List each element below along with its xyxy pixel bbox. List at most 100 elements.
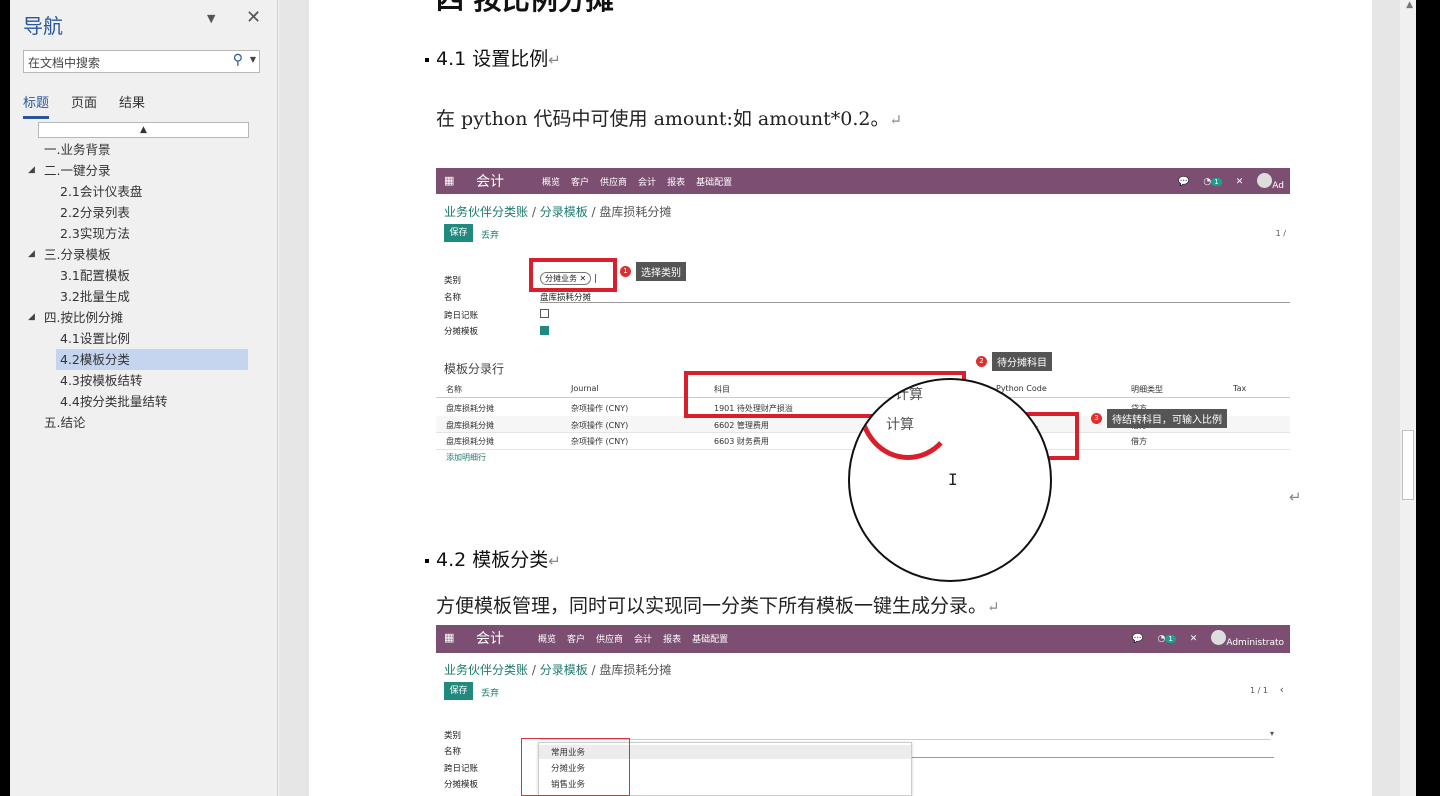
tree-item[interactable]: 3.1配置模板 xyxy=(10,265,278,286)
name-underline xyxy=(540,302,1290,303)
tree-item[interactable]: 2.3实现方法 xyxy=(10,223,278,244)
cross-day-checkbox xyxy=(540,309,549,318)
paragraph-mark: ↵ xyxy=(548,552,561,570)
cell-name: 盘库损耗分摊 xyxy=(446,437,494,446)
activity-icon: ◔ 1 xyxy=(1203,177,1222,187)
notification-badge: 1 xyxy=(1165,635,1176,643)
tab-headings[interactable]: 标题 xyxy=(23,92,50,119)
nav-search-input[interactable]: 在文档中搜索 ⚲ ▼ xyxy=(23,50,260,73)
tree-item-label: 4.4按分类批量结转 xyxy=(60,394,168,409)
user-name: Ad xyxy=(1272,181,1284,191)
expand-triangle-icon[interactable]: ◢ xyxy=(28,160,35,181)
breadcrumb: 业务伙伴分类账 / 分录模板 / 盘库损耗分摊 xyxy=(444,205,672,219)
paragraph-mark: ↵ xyxy=(1289,488,1302,506)
callout-label: 待分摊科目 xyxy=(992,352,1052,371)
scroll-up-icon[interactable]: ▲ xyxy=(1406,0,1413,10)
tree-item-label: 4.1设置比例 xyxy=(60,331,130,346)
breadcrumb-item: 业务伙伴分类账 xyxy=(444,663,529,677)
search-dropdown-icon[interactable]: ▼ xyxy=(250,55,256,64)
callout-1: 1 选择类别 xyxy=(620,262,686,281)
search-icon[interactable]: ⚲ xyxy=(233,52,243,68)
tree-item[interactable]: 2.2分录列表 xyxy=(10,202,278,223)
tree-item-selected[interactable]: 4.2模板分类 xyxy=(10,349,278,370)
topbar-right: 💬 ◔ 1 ✕ Ad xyxy=(1178,173,1284,191)
tree-item-label: 三.分录模板 xyxy=(44,247,111,262)
text-cursor-icon: I xyxy=(948,470,958,489)
breadcrumb-item: 业务伙伴分类账 xyxy=(444,205,529,219)
tree-item[interactable]: 一.业务背景 xyxy=(10,139,278,160)
close-icon: ✕ xyxy=(1235,177,1244,187)
add-line-link: 添加明细行 xyxy=(446,453,486,462)
avatar xyxy=(1257,173,1273,188)
user-name: Administrato xyxy=(1226,638,1284,648)
field-label: 名称 xyxy=(444,747,462,757)
save-button: 保存 xyxy=(444,682,473,700)
paragraph-mark: ↵ xyxy=(548,51,561,69)
tree-item-label: 3.1配置模板 xyxy=(60,268,130,283)
alloc-template-checkbox xyxy=(540,326,549,335)
heading-4-2-text: 4.2 模板分类 xyxy=(436,549,549,571)
menu-item: 会计 xyxy=(634,635,653,645)
tab-pages[interactable]: 页面 xyxy=(71,92,97,119)
section-heading-partial: 四 按比例分摊 xyxy=(436,0,614,18)
breadcrumb-item: 分录模板 xyxy=(539,663,588,677)
tree-item-label: 一.业务背景 xyxy=(44,142,111,157)
tree-item-label: 2.2分录列表 xyxy=(60,205,130,220)
left-frame-strip xyxy=(0,0,10,796)
tree-item[interactable]: ◢ 二.一键分录 xyxy=(10,160,278,181)
cell-journal: 杂项操作 (CNY) xyxy=(571,404,629,413)
highlight-box-category xyxy=(529,258,617,292)
menu-item: 供应商 xyxy=(596,635,624,645)
tree-item[interactable]: ◢ 四.按比例分摊 xyxy=(10,307,278,328)
heading-marker xyxy=(425,58,429,62)
expand-triangle-icon[interactable]: ◢ xyxy=(28,307,35,328)
collapse-all-button[interactable]: ▲ xyxy=(38,122,249,138)
paragraph-4-1-text: 在 python 代码中可使用 amount:如 amount*0.2。 xyxy=(436,108,890,130)
tree-item-label: 2.3实现方法 xyxy=(60,226,130,241)
top-menu: 概览 客户 供应商 会计 报表 基础配置 xyxy=(542,175,732,188)
callout-number: 2 xyxy=(976,356,987,367)
breadcrumb-item: 分录模板 xyxy=(539,205,588,219)
tree-item[interactable]: ◢ 三.分录模板 xyxy=(10,244,278,265)
tab-results[interactable]: 结果 xyxy=(119,92,145,119)
close-icon: ✕ xyxy=(1189,634,1198,644)
callout-3: 3 待结转科目，可输入比例 xyxy=(1091,409,1227,428)
apps-grid-icon: ▦ xyxy=(444,631,455,644)
vertical-scrollbar[interactable] xyxy=(1400,0,1416,796)
discard-button: 丢弃 xyxy=(481,689,500,699)
field-label: 分摊模板 xyxy=(444,327,479,337)
heading-4-1: 4.1 设置比例↵ xyxy=(425,44,561,71)
tree-item-label: 3.2批量生成 xyxy=(60,289,130,304)
user-menu: Ad xyxy=(1257,173,1284,191)
pager-prev-icon: ‹ xyxy=(1279,683,1284,696)
right-frame-strip xyxy=(1416,0,1440,796)
menu-item: 基础配置 xyxy=(692,635,729,645)
magnified-text: 计算 xyxy=(895,387,923,403)
tree-item[interactable]: 2.1会计仪表盘 xyxy=(10,181,278,202)
tree-item[interactable]: 五.结论 xyxy=(10,412,278,433)
tree-item[interactable]: 4.1设置比例 xyxy=(10,328,278,349)
user-menu: Administrato xyxy=(1211,630,1284,648)
cell-journal: 杂项操作 (CNY) xyxy=(571,437,629,446)
scrollbar-thumb[interactable] xyxy=(1402,430,1414,500)
menu-item: 客户 xyxy=(567,635,586,645)
tree-item[interactable]: 3.2批量生成 xyxy=(10,286,278,307)
odoo-topbar: ▦ 会计 概览 客户 供应商 会计 报表 基础配置 💬 ◔ 1 ✕ Ad xyxy=(436,168,1290,194)
nav-close-icon[interactable]: ✕ xyxy=(246,7,261,28)
column-header: Tax xyxy=(1233,384,1247,393)
tree-item[interactable]: 4.3按模板结转 xyxy=(10,370,278,391)
tree-item[interactable]: 4.4按分类批量结转 xyxy=(10,391,278,412)
nav-search-placeholder: 在文档中搜索 xyxy=(28,56,101,70)
column-header: 明细类型 xyxy=(1131,385,1163,394)
expand-triangle-icon[interactable]: ◢ xyxy=(28,244,35,265)
tree-item-label: 四.按比例分摊 xyxy=(44,310,123,325)
nav-title: 导航 xyxy=(23,14,63,38)
tree-item-label: 五.结论 xyxy=(44,415,86,430)
menu-item: 供应商 xyxy=(600,178,628,188)
navigation-pane: 导航 ▼ ✕ 在文档中搜索 ⚲ ▼ 标题 页面 结果 ▲ 一.业务背景 ◢ 二.一… xyxy=(10,0,278,796)
column-header: Python Code xyxy=(996,384,1047,393)
avatar xyxy=(1211,630,1227,645)
callout-number: 3 xyxy=(1091,413,1102,424)
field-label: 类别 xyxy=(444,731,462,741)
nav-options-chevron-icon[interactable]: ▼ xyxy=(207,12,215,25)
